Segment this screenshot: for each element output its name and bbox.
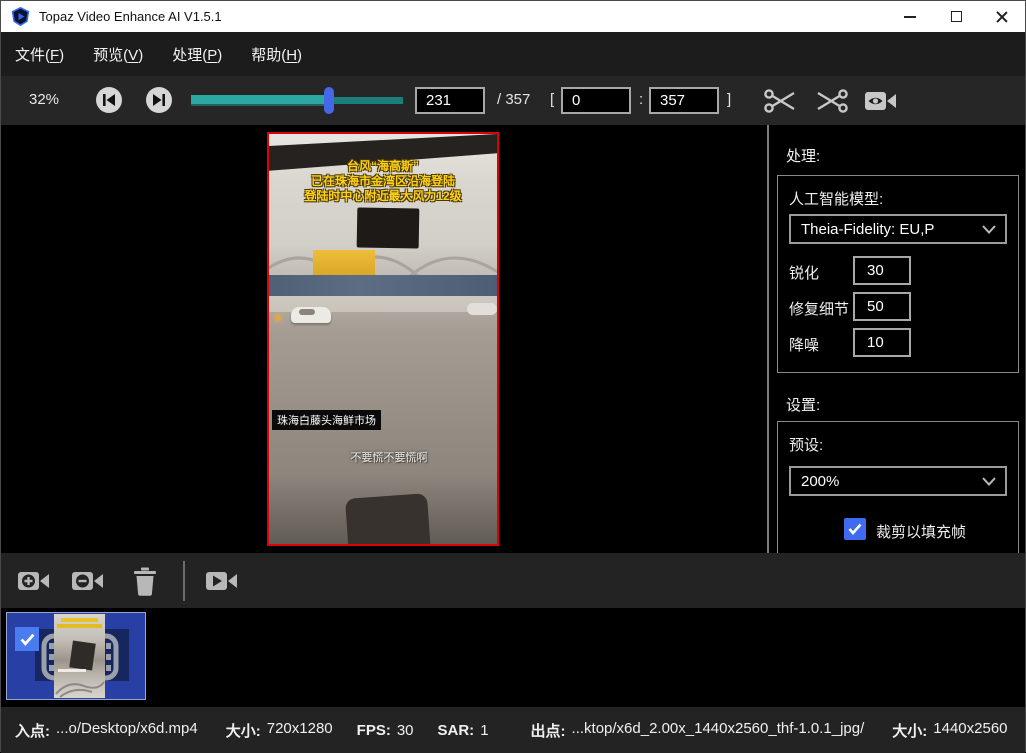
status-sar: SAR:1 [438,722,489,739]
headline-line-1: 台风“海高斯” [269,159,497,174]
video-headline: 台风“海高斯” 已在珠海市金湾区沿海登陆 登陆时中心附近最大风力12级 [269,159,497,204]
clip-toolbar [1,553,1025,608]
app-logo-icon [11,7,30,26]
ai-model-select[interactable]: Theia-Fidelity: EU,P [789,214,1007,244]
maximize-icon [951,11,962,22]
range-separator: : [639,91,643,108]
menu-file[interactable]: 文件(F) [15,44,64,65]
menu-process[interactable]: 处理(P) [172,44,222,65]
process-video-icon [205,567,239,595]
close-icon [995,10,1009,24]
preview-blue-banner-shape [269,275,497,296]
sharpen-label: 锐化 [789,262,819,283]
status-in-point: 入点:...o/Desktop/x6d.mp4 [15,720,198,741]
main-area: 台风“海高斯” 已在珠海市金湾区沿海登陆 登陆时中心附近最大风力12级 珠海白藤… [1,125,1025,553]
chevron-down-icon [982,477,996,486]
preview-speaker-shape [357,207,420,248]
preview-car2-shape [467,303,497,315]
trim-end-button[interactable] [814,88,848,119]
range-start-input[interactable] [561,87,631,114]
headline-line-2: 已在珠海市金湾区沿海登陆 [269,174,497,189]
skip-to-start-button[interactable] [96,87,122,113]
timeline-slider[interactable] [191,76,403,125]
status-fps: FPS:30 [357,722,414,739]
denoise-label: 降噪 [789,334,819,355]
trim-start-button[interactable] [764,88,798,119]
trash-icon [131,566,159,596]
ai-model-value: Theia-Fidelity: EU,P [801,221,934,238]
splice-icon [814,88,848,114]
process-groupbox: 人工智能模型: Theia-Fidelity: EU,P 锐化 修复细节 降噪 [777,175,1019,373]
process-video-button[interactable] [205,567,239,595]
video-market-label: 珠海白藤头海鲜市场 [272,410,381,430]
skip-to-end-button[interactable] [146,87,172,113]
window-title: Topaz Video Enhance AI V1.5.1 [39,9,887,24]
title-bar: Topaz Video Enhance AI V1.5.1 [1,1,1025,32]
status-bar: 入点:...o/Desktop/x6d.mp4 大小:720x1280 FPS:… [1,707,1025,753]
restore-detail-label: 修复细节 [789,298,849,319]
crop-to-fill-checkbox[interactable] [844,518,866,540]
menu-bar: 文件(F) 预览(V) 处理(P) 帮助(H) [1,32,1025,76]
status-in-size: 大小:720x1280 [226,720,333,741]
remove-video-icon [71,567,105,595]
restore-detail-input[interactable] [853,292,911,321]
clip-mini-preview [54,614,105,698]
clip-selected-checkbox[interactable] [15,627,39,651]
slider-handle[interactable] [324,87,334,114]
sharpen-input[interactable] [853,256,911,285]
toolbar-separator [183,561,185,601]
checkmark-icon [848,523,862,535]
headline-line-3: 登陆时中心附近最大风力12级 [269,189,497,204]
skip-end-icon [152,94,166,106]
preview-camera-icon [864,88,898,114]
settings-panel-title: 设置: [786,394,820,415]
video-caption: 不要慌不要慌啊 [309,449,469,465]
status-out-point: 出点:...ktop/x6d_2.00x_1440x2560_thf-1.0.1… [531,720,865,741]
ai-model-label: 人工智能模型: [789,188,883,209]
preview-light-shape [272,312,284,324]
frame-total-label: / 357 [497,91,530,108]
panel-divider [767,125,769,553]
preview-car-window-shape [299,309,315,315]
current-frame-input[interactable] [415,87,485,114]
range-end-input[interactable] [649,87,719,114]
remove-video-button[interactable] [71,567,105,595]
denoise-input[interactable] [853,328,911,357]
minimize-button[interactable] [887,1,933,32]
status-out-size: 大小:1440x2560 [892,720,1007,741]
settings-groupbox: 预设: 200% 裁剪以填充帧 [777,421,1019,553]
preset-value: 200% [801,473,839,490]
add-video-icon [17,567,51,595]
range-open-bracket: [ [550,91,554,108]
zoom-level: 32% [29,91,59,108]
skip-start-icon [102,94,116,106]
preset-select[interactable]: 200% [789,466,1007,496]
cut-icon [764,88,798,114]
preview-button[interactable] [864,88,898,119]
menu-preview[interactable]: 预览(V) [93,44,143,65]
preset-label: 预设: [789,434,823,455]
checkmark-icon [20,633,35,646]
maximize-button[interactable] [933,1,979,32]
process-panel-title: 处理: [786,145,820,166]
chevron-down-icon [982,225,996,234]
range-close-bracket: ] [727,91,731,108]
menu-help[interactable]: 帮助(H) [251,44,302,65]
close-button[interactable] [979,1,1025,32]
crop-to-fill-label: 裁剪以填充帧 [876,521,966,542]
slider-fill [191,97,329,104]
playback-toolbar: 32% / 357 [ : ] [1,76,1025,125]
minimize-icon [904,16,916,18]
video-preview[interactable]: 台风“海高斯” 已在珠海市金湾区沿海登陆 登陆时中心附近最大风力12级 珠海白藤… [267,132,499,546]
preview-bottom-shade [269,474,497,544]
preview-yellow-sign-shape [313,250,375,277]
delete-clip-button[interactable] [131,566,159,596]
clip-strip [1,608,1025,707]
clip-thumbnail-selected[interactable] [6,612,146,700]
add-video-button[interactable] [17,567,51,595]
